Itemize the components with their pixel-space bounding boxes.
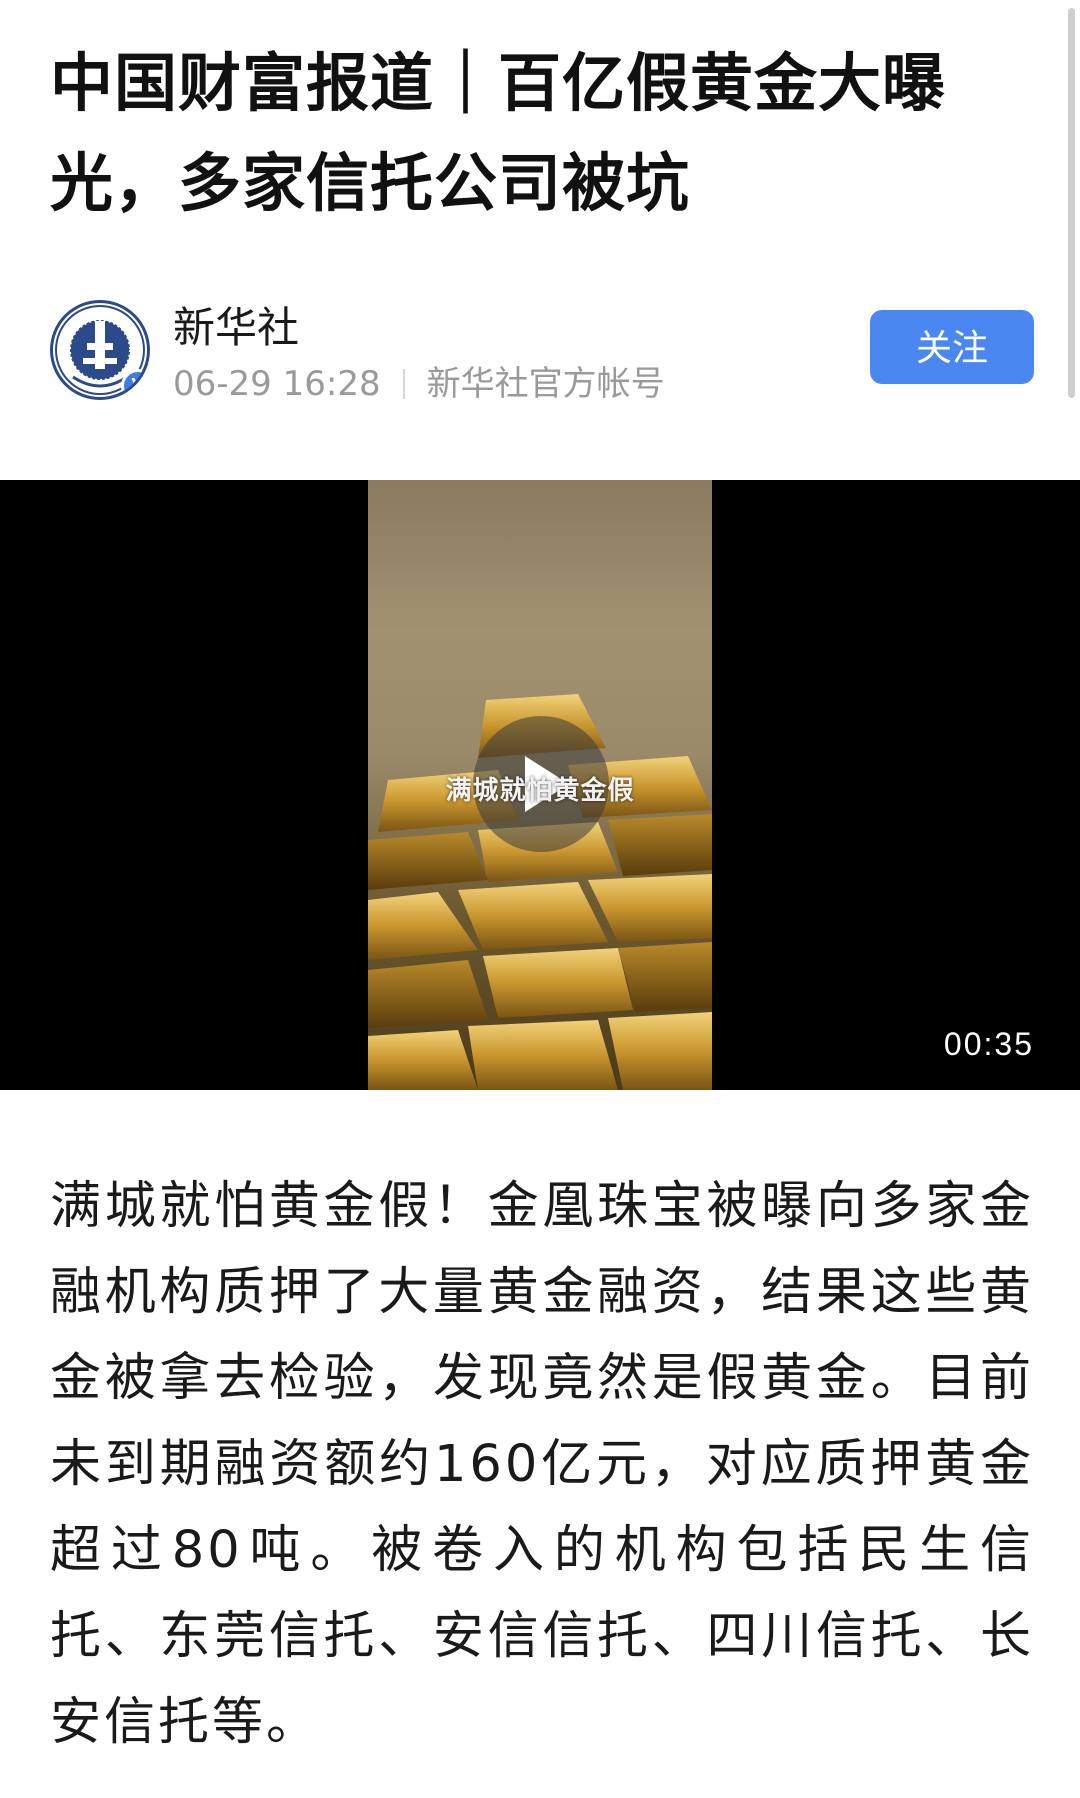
- verified-badge-icon: V: [121, 369, 147, 397]
- article-body: 满城就怕黄金假！金凰珠宝被曝向多家金融机构质押了大量黄金融资，结果这些黄金被拿去…: [50, 1177, 1034, 1752]
- video-duration: 00:35: [943, 1026, 1034, 1062]
- author-avatar[interactable]: V: [50, 300, 150, 400]
- follow-button[interactable]: 关注: [870, 310, 1034, 384]
- author-row: V 新华社 06-29 16:28 新华社官方帐号 关注: [50, 300, 1034, 410]
- video-caption: 满城就怕黄金假: [445, 776, 635, 806]
- article-title: 中国财富报道｜百亿假黄金大曝光，多家信托公司被坑: [50, 47, 946, 220]
- post-meta: 06-29 16:28 新华社官方帐号: [173, 362, 665, 406]
- account-type-label: 新华社官方帐号: [426, 364, 665, 404]
- post-timestamp: 06-29 16:28: [173, 364, 381, 404]
- author-name[interactable]: 新华社: [173, 300, 299, 356]
- page-scrollbar[interactable]: [1068, 8, 1075, 398]
- meta-divider: [402, 369, 405, 399]
